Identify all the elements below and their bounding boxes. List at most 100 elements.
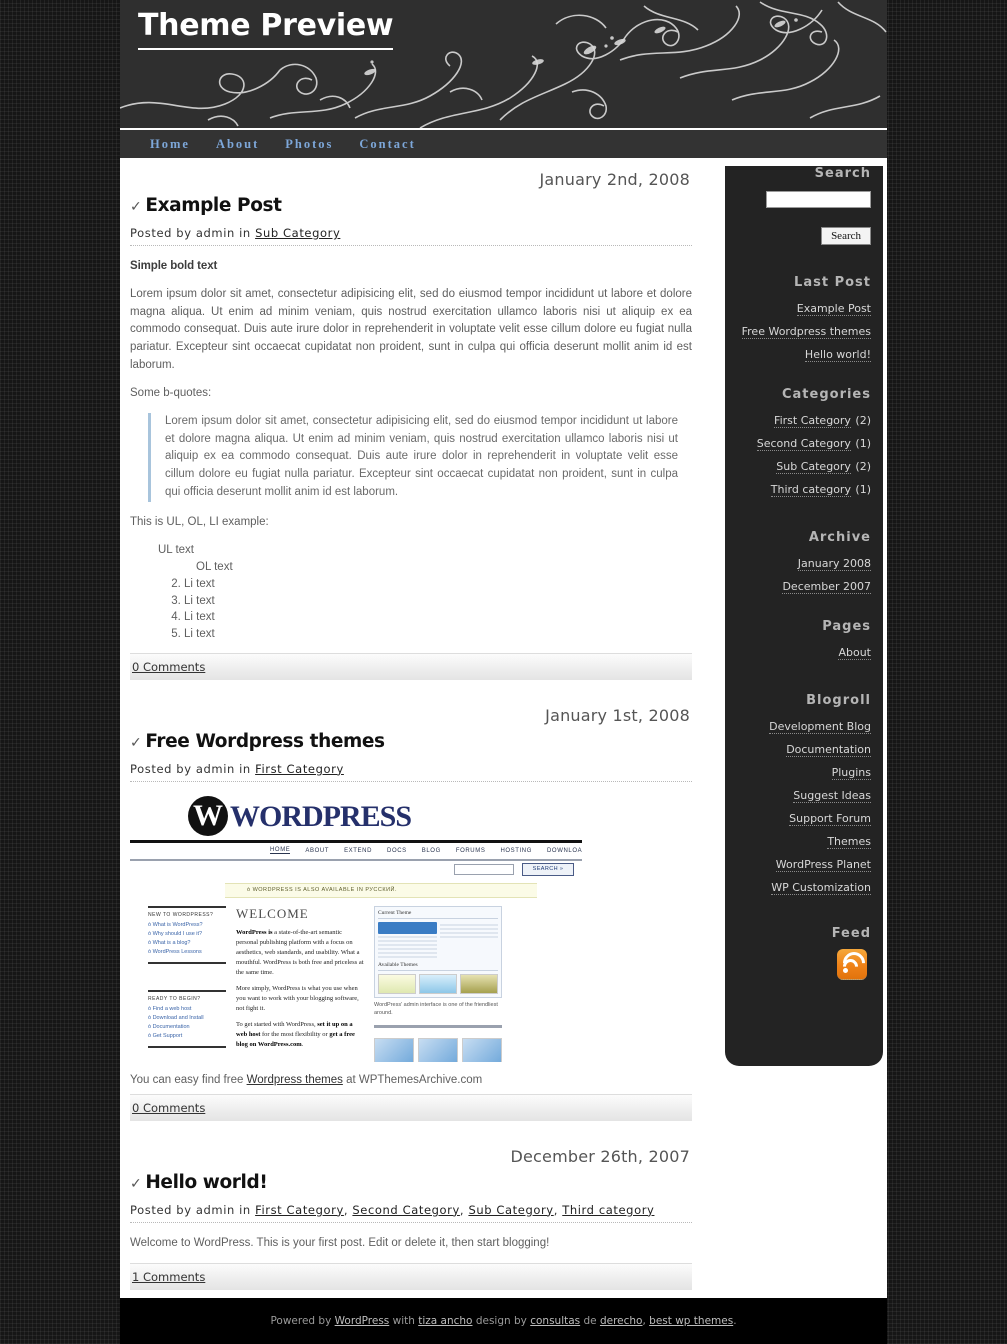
last-post-link[interactable]: Hello world! (804, 347, 871, 362)
wp-theme-thumb[interactable] (378, 973, 416, 994)
footer-p2: with (389, 1315, 419, 1327)
archive-link[interactable]: January 2008 (797, 556, 871, 571)
post-title: ✓ Hello world! (130, 1172, 692, 1193)
post-category-link[interactable]: Second Category (352, 1203, 460, 1217)
wp-nav-home[interactable]: HOME (270, 847, 291, 855)
blogroll-link[interactable]: Support Forum (789, 811, 871, 826)
wordpress-themes-link[interactable]: Wordpress themes (247, 1074, 343, 1086)
nav-item-about[interactable]: About (216, 137, 259, 152)
check-icon: ✓ (130, 734, 142, 751)
wp-link[interactable]: ò What is WordPress? (148, 921, 226, 930)
wp-theme-thumb[interactable] (419, 973, 457, 994)
category-link[interactable]: Second Category (756, 436, 851, 451)
wp-p3-c: for the most flexibility or (260, 1031, 330, 1039)
wp-nav-about[interactable]: ABOUT (305, 848, 329, 854)
list-item: January 2008 (737, 551, 871, 574)
wp-link[interactable]: ò Documentation (148, 1023, 226, 1032)
content-column: January 2nd, 2008 ✓ Example Post Posted b… (130, 170, 692, 1308)
post-meta: Posted by admin in First Category, Secon… (130, 1203, 692, 1223)
post-category-link[interactable]: First Category (255, 1203, 344, 1217)
wp-nav-docs[interactable]: DOCS (387, 848, 407, 854)
page-link[interactable]: About (838, 645, 871, 660)
footer-link-wordpress[interactable]: WordPress (335, 1315, 390, 1327)
wp-thumb[interactable] (374, 1038, 414, 1062)
footer-link-derecho[interactable]: derecho (600, 1315, 643, 1327)
search-button[interactable]: Search (821, 227, 871, 245)
nav-item-contact[interactable]: Contact (359, 137, 415, 152)
wp-nav-download[interactable]: DOWNLOAD (547, 848, 582, 854)
blogroll-link[interactable]: Development Blog (769, 719, 871, 734)
nav-item-photos[interactable]: Photos (285, 137, 333, 152)
category-link[interactable]: Sub Category (776, 459, 851, 474)
post-category-link[interactable]: Sub Category (255, 226, 340, 240)
blogroll-link[interactable]: Suggest Ideas (793, 788, 871, 803)
wordpress-wordmark: WORDPRESS (230, 799, 412, 833)
last-post-link[interactable]: Free Wordpress themes (741, 324, 871, 339)
comments-link[interactable]: 1 Comments (132, 1270, 205, 1284)
wp-link[interactable]: ò Find a web host (148, 1005, 226, 1014)
wp-search-input[interactable] (454, 863, 514, 875)
sidebar: Search Search Last Post Example Post Fre… (725, 166, 883, 1066)
blogroll-link[interactable]: Plugins (831, 765, 871, 780)
blogroll-widget: Blogroll Development Blog Documentation … (725, 693, 883, 898)
archive-widget: Archive January 2008 December 2007 (725, 530, 883, 597)
archive-list: January 2008 December 2007 (737, 551, 871, 597)
footer-link-best-wp-themes[interactable]: best wp themes (649, 1315, 733, 1327)
comments-link[interactable]: 0 Comments (132, 1101, 205, 1115)
post-category-link[interactable]: First Category (255, 762, 344, 776)
post-date: January 2nd, 2008 (539, 170, 690, 189)
post-after-image-text: You can easy find free Wordpress themes … (130, 1074, 692, 1086)
last-post-link[interactable]: Example Post (796, 301, 871, 316)
archive-link[interactable]: December 2007 (782, 579, 871, 594)
post-title-text: Hello world! (145, 1171, 268, 1193)
wp-link[interactable]: ò Why should I use it? (148, 930, 226, 939)
nav-item-home[interactable]: Home (150, 137, 190, 152)
list-item: Li text (184, 626, 692, 643)
post-date: December 26th, 2007 (510, 1146, 690, 1166)
archive-title: Archive (808, 530, 871, 545)
post-paragraph: Welcome to WordPress. This is your first… (130, 1236, 550, 1249)
ordered-list: OL text Li text Li text Li text Li text (166, 559, 692, 642)
footer-p4: de (580, 1315, 600, 1327)
wordpress-homepage-screenshot: W WORDPRESS HOME ABOUT EXTEND DOCS BLOG … (130, 793, 582, 1062)
search-input[interactable] (766, 191, 871, 208)
category-link[interactable]: First Category (774, 413, 851, 428)
wp-nav-blog[interactable]: BLOG (422, 848, 441, 854)
wordpress-logo-icon: W (188, 795, 228, 836)
wp-link[interactable]: ò Download and Install (148, 1014, 226, 1023)
comments-link[interactable]: 0 Comments (132, 660, 205, 674)
post-category-link[interactable]: Third category (562, 1203, 654, 1217)
wp-paragraph-1-bold: WordPress is (236, 928, 273, 936)
wp-nav-forums[interactable]: FORUMS (456, 848, 486, 854)
list-item: Suggest Ideas (737, 783, 871, 806)
wp-search-button[interactable]: SEARCH » (522, 862, 574, 876)
wp-nav-hosting[interactable]: HOSTING (500, 848, 532, 854)
category-link[interactable]: Third category (770, 482, 851, 497)
wp-logo-row: W WORDPRESS (130, 794, 582, 843)
footer-link-consultas[interactable]: consultas (530, 1315, 580, 1327)
blogroll-link[interactable]: WP Customization (771, 880, 871, 895)
blogroll-link[interactable]: Documentation (786, 742, 871, 757)
footer-p1: Powered by (270, 1315, 335, 1327)
wp-link[interactable]: ò Get Support (148, 1032, 226, 1041)
wp-thumb[interactable] (462, 1038, 502, 1062)
wp-nav-extend[interactable]: EXTEND (344, 848, 372, 854)
list-item: WordPress Planet (737, 852, 871, 875)
rss-icon[interactable] (837, 947, 870, 980)
last-post-list: Example Post Free Wordpress themes Hello… (737, 296, 871, 365)
list-item: Li text (184, 609, 692, 626)
post-category-link[interactable]: Sub Category (468, 1203, 553, 1217)
list-item: Hello world! (737, 342, 871, 365)
wp-thumb[interactable] (418, 1038, 458, 1062)
footer-link-tiza-ancho[interactable]: tiza ancho (418, 1315, 472, 1327)
wp-preview-lines (378, 935, 437, 958)
wp-theme-thumb[interactable] (460, 973, 498, 994)
wp-welcome-heading: WELCOME (236, 905, 309, 921)
wp-right-column: Current Theme Available Themes WordPress… (374, 905, 502, 1062)
blogroll-link[interactable]: WordPress Planet (775, 857, 871, 872)
wp-link[interactable]: ò WordPress Lessons (148, 948, 226, 957)
list-item: Development Blog (737, 714, 871, 737)
blogroll-list: Development Blog Documentation Plugins S… (737, 714, 871, 898)
blogroll-link[interactable]: Themes (827, 834, 871, 849)
wp-link[interactable]: ò What is a blog? (148, 939, 226, 948)
